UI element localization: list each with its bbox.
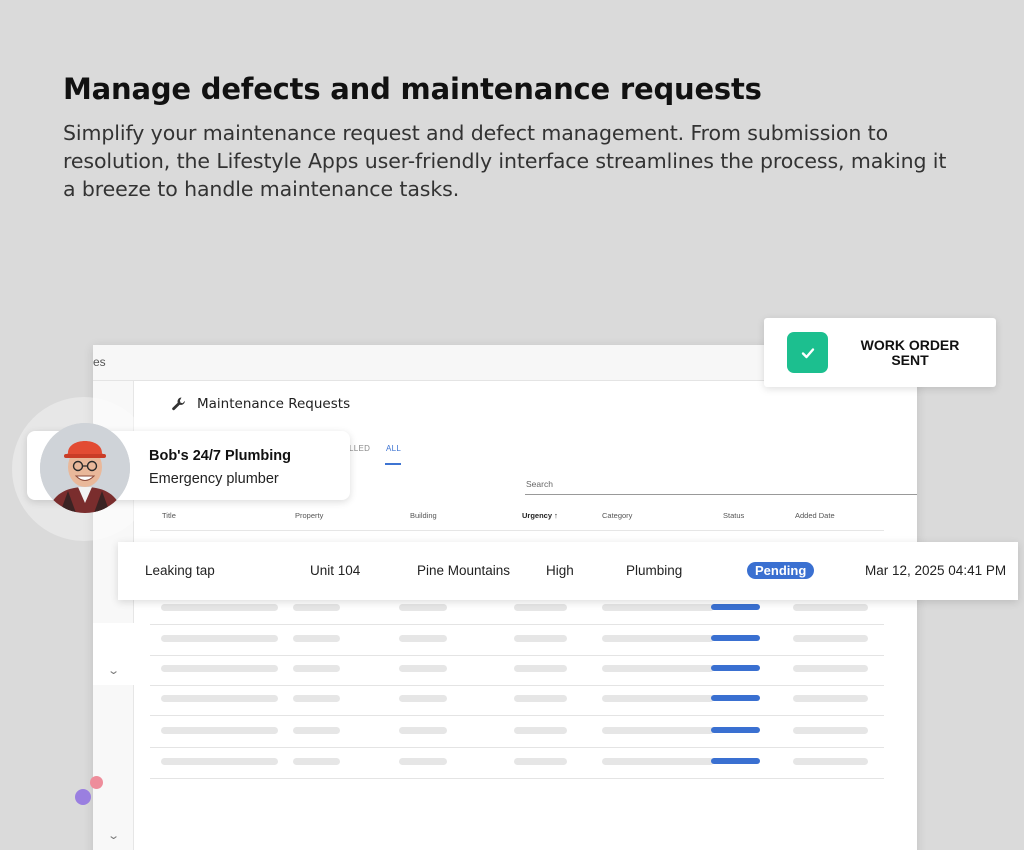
- skeleton-cell: [293, 604, 340, 611]
- skeleton-cell: [161, 635, 278, 642]
- status-badge: Pending: [747, 562, 815, 579]
- column-header-urgency[interactable]: Urgency ↑: [522, 511, 558, 520]
- decorative-dot: [90, 776, 103, 789]
- skeleton-cell: [602, 727, 714, 734]
- skeleton-cell: [602, 695, 714, 702]
- work-order-sent-toast: WORK ORDER SENT: [764, 318, 996, 387]
- skeleton-cell: [293, 758, 340, 765]
- table-row[interactable]: [150, 748, 884, 779]
- skeleton-cell: [399, 695, 447, 702]
- skeleton-cell: [514, 695, 567, 702]
- skeleton-cell: [602, 635, 714, 642]
- column-header-category[interactable]: Category: [602, 511, 632, 520]
- skeleton-cell: [399, 665, 447, 672]
- skeleton-cell: [399, 635, 447, 642]
- row-property: Unit 104: [310, 563, 361, 578]
- page-title: Maintenance Requests: [197, 396, 351, 412]
- skeleton-status: [711, 665, 760, 671]
- wrench-icon: [172, 397, 185, 411]
- row-title: Leaking tap: [145, 563, 215, 578]
- plumber-portrait-icon: [40, 423, 130, 513]
- row-added-date: Mar 12, 2025 04:41 PM: [865, 563, 1007, 578]
- skeleton-status: [711, 727, 760, 733]
- highlighted-request-row[interactable]: Leaking tap Unit 104 Pine Mountains High…: [118, 542, 1018, 600]
- row-urgency: High: [546, 563, 574, 578]
- skeleton-cell: [514, 604, 567, 611]
- chevron-down-icon[interactable]: ⌄: [107, 664, 120, 677]
- skeleton-cell: [793, 695, 868, 702]
- skeleton-cell: [293, 635, 340, 642]
- skeleton-cell: [399, 727, 447, 734]
- table-row[interactable]: [150, 625, 884, 656]
- skeleton-cell: [161, 665, 278, 672]
- skeleton-cell: [793, 665, 868, 672]
- topbar-text: es: [93, 355, 106, 369]
- tab-all[interactable]: ALL: [386, 444, 401, 453]
- skeleton-cell: [514, 727, 567, 734]
- skeleton-cell: [793, 635, 868, 642]
- skeleton-cell: [602, 758, 714, 765]
- skeleton-status: [711, 604, 760, 610]
- skeleton-cell: [161, 727, 278, 734]
- row-building: Pine Mountains: [417, 563, 511, 578]
- table-row[interactable]: [150, 685, 884, 716]
- table-row[interactable]: [150, 655, 884, 686]
- skeleton-cell: [161, 604, 278, 611]
- skeleton-cell: [793, 604, 868, 611]
- column-header-title[interactable]: Title: [162, 511, 176, 520]
- contact-name: Bob's 24/7 Plumbing: [149, 448, 292, 464]
- check-icon: [787, 332, 828, 373]
- skeleton-cell: [399, 604, 447, 611]
- hero-subtitle: Simplify your maintenance request and de…: [63, 121, 947, 201]
- skeleton-cell: [161, 758, 278, 765]
- skeleton-cell: [514, 758, 567, 765]
- column-header-status[interactable]: Status: [723, 511, 744, 520]
- row-category: Plumbing: [626, 563, 683, 578]
- decorative-dot: [75, 789, 91, 805]
- contact-role: Emergency plumber: [149, 471, 279, 487]
- active-tab-indicator: [385, 463, 401, 465]
- chevron-down-icon[interactable]: ⌄: [107, 829, 120, 842]
- skeleton-cell: [293, 665, 340, 672]
- hero-title: Manage defects and maintenance requests: [63, 72, 762, 106]
- skeleton-cell: [793, 727, 868, 734]
- skeleton-status: [711, 758, 760, 764]
- skeleton-cell: [399, 758, 447, 765]
- tab-cancelled[interactable]: LLED: [349, 444, 370, 453]
- search-input[interactable]: Search: [526, 479, 553, 489]
- skeleton-status: [711, 635, 760, 641]
- avatar: [40, 423, 130, 513]
- skeleton-cell: [602, 665, 714, 672]
- skeleton-cell: [161, 695, 278, 702]
- skeleton-cell: [293, 695, 340, 702]
- work-order-label: WORK ORDER SENT: [860, 337, 960, 368]
- search-underline: [525, 494, 917, 495]
- skeleton-cell: [514, 635, 567, 642]
- skeleton-cell: [793, 758, 868, 765]
- skeleton-cell: [293, 727, 340, 734]
- column-header-building[interactable]: Building: [410, 511, 437, 520]
- column-header-added-date[interactable]: Added Date: [795, 511, 835, 520]
- table-header-divider: [150, 530, 884, 531]
- page-header: Maintenance Requests: [171, 396, 350, 412]
- column-header-property[interactable]: Property: [295, 511, 323, 520]
- skeleton-cell: [514, 665, 567, 672]
- skeleton-status: [711, 695, 760, 701]
- table-row[interactable]: [150, 717, 884, 748]
- skeleton-cell: [602, 604, 714, 611]
